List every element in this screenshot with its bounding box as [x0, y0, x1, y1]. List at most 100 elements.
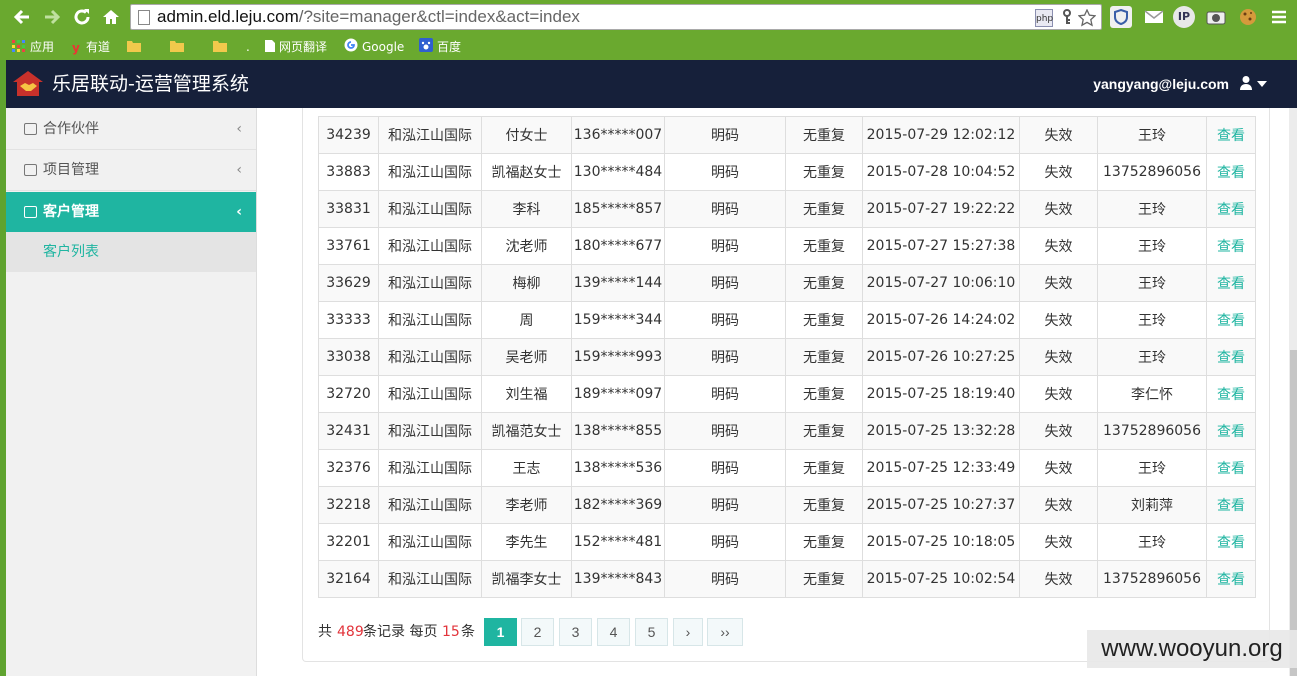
- sidebar-item-customers[interactable]: 客户管理 ‹: [6, 192, 256, 233]
- home-icon[interactable]: [99, 5, 123, 29]
- duplicate-cell: 无重复: [785, 301, 863, 339]
- view-link[interactable]: 查看: [1206, 560, 1256, 598]
- user-menu-caret-icon[interactable]: [1257, 81, 1267, 87]
- view-link[interactable]: 查看: [1206, 190, 1256, 228]
- code-type-cell: 明码: [664, 116, 786, 154]
- chevron-left-icon: ‹: [236, 121, 242, 137]
- reload-icon[interactable]: [70, 5, 94, 29]
- last-page-button[interactable]: ››: [707, 618, 743, 646]
- bookmark-apps[interactable]: 应用: [12, 37, 54, 57]
- next-page-button[interactable]: ›: [673, 618, 703, 646]
- key-icon[interactable]: [1058, 9, 1076, 27]
- bookmark-baidu[interactable]: 百度: [419, 37, 461, 57]
- url-text[interactable]: admin.eld.leju.com/?site=manager&ctl=ind…: [157, 7, 580, 27]
- table-row: 32720 和泓江山国际 刘生福 189*****097 明码 无重复 2015-07-25…: [318, 375, 1256, 413]
- customer-name-cell: 周: [481, 301, 572, 339]
- view-link[interactable]: 查看: [1206, 338, 1256, 376]
- customer-name-cell: 刘生福: [481, 375, 572, 413]
- page-2-button[interactable]: 2: [521, 618, 554, 646]
- project-cell: 和泓江山国际: [378, 264, 482, 302]
- project-cell: 和泓江山国际: [378, 338, 482, 376]
- mail-extension-icon[interactable]: [1143, 6, 1165, 28]
- folder-icon: [127, 38, 141, 52]
- bookmark-star-icon[interactable]: [1077, 8, 1097, 27]
- project-cell: 和泓江山国际: [378, 375, 482, 413]
- chevron-left-icon: ‹: [236, 204, 242, 220]
- bookmark-folder-3[interactable]: [213, 37, 231, 57]
- page-1-button[interactable]: 1: [484, 618, 517, 646]
- view-link[interactable]: 查看: [1206, 153, 1256, 191]
- forward-arrow-icon[interactable]: [40, 5, 64, 29]
- duplicate-cell: 无重复: [785, 486, 863, 524]
- phone-cell: 189*****097: [571, 375, 665, 413]
- menu-icon[interactable]: [1268, 6, 1290, 28]
- customer-name-cell: 凯福范女士: [481, 412, 572, 450]
- page-3-button[interactable]: 3: [559, 618, 592, 646]
- cookie-icon[interactable]: [1237, 6, 1259, 28]
- agent-cell: 13752896056: [1097, 153, 1207, 191]
- time-cell: 2015-07-25 10:02:54: [862, 560, 1020, 598]
- code-type-cell: 明码: [664, 412, 786, 450]
- sidebar: 合作伙伴 ‹ 项目管理 ‹ 客户管理 ‹ 客户列表: [6, 108, 257, 676]
- php-extension-icon[interactable]: php: [1035, 9, 1053, 27]
- user-icon[interactable]: [1239, 75, 1253, 91]
- view-link[interactable]: 查看: [1206, 523, 1256, 561]
- view-link[interactable]: 查看: [1206, 264, 1256, 302]
- back-arrow-icon[interactable]: [10, 5, 34, 29]
- bookmark-dot[interactable]: .: [246, 37, 250, 57]
- view-link[interactable]: 查看: [1206, 227, 1256, 265]
- sidebar-item-projects[interactable]: 项目管理 ‹: [6, 150, 256, 191]
- view-link[interactable]: 查看: [1206, 449, 1256, 487]
- bookmark-translate[interactable]: 网页翻译: [265, 37, 327, 57]
- agent-cell: 13752896056: [1097, 560, 1207, 598]
- phone-cell: 130*****484: [571, 153, 665, 191]
- chart-icon: [24, 206, 37, 218]
- shield-extension-icon[interactable]: [1110, 6, 1132, 28]
- bookmark-folder-1[interactable]: [127, 37, 145, 57]
- table-row: 32164 和泓江山国际 凯福李女士 139*****843 明码 无重复 2015-07-…: [318, 560, 1256, 598]
- sidebar-subitem-customer-list[interactable]: 客户列表: [6, 232, 256, 272]
- sidebar-item-partners[interactable]: 合作伙伴 ‹: [6, 109, 256, 150]
- page-4-button[interactable]: 4: [597, 618, 630, 646]
- status-cell: 失效: [1019, 338, 1098, 376]
- bookmark-folder-2[interactable]: [170, 37, 188, 57]
- address-bar[interactable]: admin.eld.leju.com/?site=manager&ctl=ind…: [130, 4, 1102, 30]
- camera-icon[interactable]: [1205, 6, 1227, 28]
- bookmark-youdao[interactable]: y 有道: [72, 37, 110, 57]
- edit-icon: [24, 164, 37, 176]
- agent-cell: 王玲: [1097, 449, 1207, 487]
- agent-cell: 13752896056: [1097, 412, 1207, 450]
- page-icon: [265, 38, 275, 52]
- customer-name-cell: 李先生: [481, 523, 572, 561]
- table-row: 32431 和泓江山国际 凯福范女士 138*****855 明码 无重复 2015-07-…: [318, 412, 1256, 450]
- view-link[interactable]: 查看: [1206, 301, 1256, 339]
- time-cell: 2015-07-28 10:04:52: [862, 153, 1020, 191]
- view-link[interactable]: 查看: [1206, 116, 1256, 154]
- project-cell: 和泓江山国际: [378, 301, 482, 339]
- project-cell: 和泓江山国际: [378, 190, 482, 228]
- scrollbar[interactable]: [1289, 108, 1297, 676]
- customer-name-cell: 吴老师: [481, 338, 572, 376]
- duplicate-cell: 无重复: [785, 375, 863, 413]
- view-link[interactable]: 查看: [1206, 486, 1256, 524]
- code-type-cell: 明码: [664, 227, 786, 265]
- view-link[interactable]: 查看: [1206, 375, 1256, 413]
- scrollbar-thumb[interactable]: [1290, 350, 1297, 676]
- bookmark-google[interactable]: Google: [344, 37, 404, 57]
- duplicate-cell: 无重复: [785, 412, 863, 450]
- status-cell: 失效: [1019, 190, 1098, 228]
- user-email[interactable]: yangyang@leju.com: [1093, 74, 1229, 94]
- watermark: www.wooyun.org: [1087, 630, 1297, 668]
- view-link[interactable]: 查看: [1206, 412, 1256, 450]
- agent-cell: 王玲: [1097, 116, 1207, 154]
- time-cell: 2015-07-27 10:06:10: [862, 264, 1020, 302]
- youdao-icon: y: [72, 41, 80, 55]
- duplicate-cell: 无重复: [785, 338, 863, 376]
- page-5-button[interactable]: 5: [635, 618, 668, 646]
- status-cell: 失效: [1019, 153, 1098, 191]
- agent-cell: 王玲: [1097, 264, 1207, 302]
- code-type-cell: 明码: [664, 560, 786, 598]
- time-cell: 2015-07-25 12:33:49: [862, 449, 1020, 487]
- table-row: 33883 和泓江山国际 凯福赵女士 130*****484 明码 无重复 2015-07-…: [318, 153, 1256, 191]
- ip-extension-icon[interactable]: IP: [1173, 6, 1195, 28]
